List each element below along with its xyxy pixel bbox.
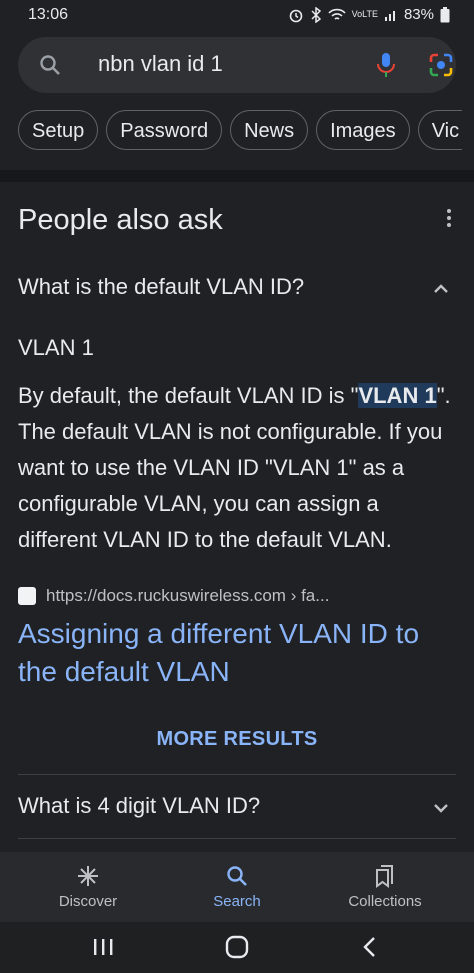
nav-search-label: Search (213, 893, 261, 910)
chip-password[interactable]: Password (106, 110, 223, 150)
chip-setup[interactable]: Setup (18, 110, 99, 150)
nav-discover[interactable]: Discover (28, 852, 148, 922)
snippet-text-pre: By default, the default VLAN ID is " (18, 383, 359, 408)
search-bar[interactable]: nbn vlan id 1 (18, 37, 456, 93)
question-1-text: What is the default VLAN ID? (18, 274, 305, 299)
result-link-title[interactable]: Assigning a different VLAN ID to the def… (18, 615, 458, 691)
status-bar: 13:06 VoLTE 83% (0, 0, 474, 30)
more-results-button[interactable]: MORE RESULTS (0, 728, 474, 751)
nav-collections[interactable]: Collections (325, 852, 445, 922)
filter-chips: Setup Password News Images Vic (18, 110, 462, 152)
search-icon (40, 55, 60, 75)
answer-snippet: By default, the default VLAN ID is "VLAN… (18, 378, 458, 558)
battery-icon (440, 6, 450, 22)
chevron-down-icon (434, 804, 448, 813)
discover-icon (78, 866, 98, 886)
favicon-icon (18, 587, 36, 605)
source-url[interactable]: https://docs.ruckuswireless.com › fa... (46, 586, 329, 606)
mic-icon[interactable] (374, 51, 398, 79)
question-row-2[interactable]: What is 4 digit VLAN ID? (0, 775, 474, 839)
source-row[interactable]: https://docs.ruckuswireless.com › fa... (18, 586, 329, 606)
chip-news[interactable]: News (230, 110, 309, 150)
wifi-icon (328, 8, 346, 20)
featured-answer: VLAN 1 (18, 335, 94, 360)
question-row-1[interactable]: What is the default VLAN ID? (0, 254, 474, 318)
network-label: VoLTE (351, 9, 378, 19)
snippet-text-post: ". The default VLAN is not configurable.… (18, 383, 451, 552)
bottom-nav: Discover Search Collections (0, 852, 474, 922)
nav-search[interactable]: Search (177, 852, 297, 922)
chevron-up-icon (434, 284, 448, 293)
snippet-highlight: VLAN 1 (358, 383, 437, 408)
battery-percent: 83% (403, 6, 434, 23)
paa-title: People also ask (18, 204, 223, 236)
lens-icon[interactable] (428, 52, 454, 78)
more-options-icon[interactable] (446, 208, 452, 228)
nav-collections-label: Collections (348, 893, 422, 910)
alarm-icon (289, 9, 302, 22)
chip-images[interactable]: Images (316, 110, 410, 150)
row-divider (18, 838, 456, 839)
chip-vic[interactable]: Vic (417, 110, 462, 150)
status-time: 13:06 (28, 6, 69, 23)
status-icons: VoLTE 83% (288, 6, 450, 23)
recents-icon[interactable] (90, 934, 116, 960)
search-input[interactable]: nbn vlan id 1 (98, 51, 223, 77)
back-icon[interactable] (358, 934, 384, 960)
search-icon (227, 866, 247, 886)
bluetooth-icon (311, 6, 321, 23)
signal-icon (384, 10, 395, 21)
home-icon[interactable] (224, 934, 250, 960)
section-divider (0, 170, 474, 182)
question-2-text: What is 4 digit VLAN ID? (18, 793, 261, 818)
collections-icon (376, 865, 393, 888)
system-nav-bar (0, 922, 474, 973)
nav-discover-label: Discover (58, 893, 118, 910)
